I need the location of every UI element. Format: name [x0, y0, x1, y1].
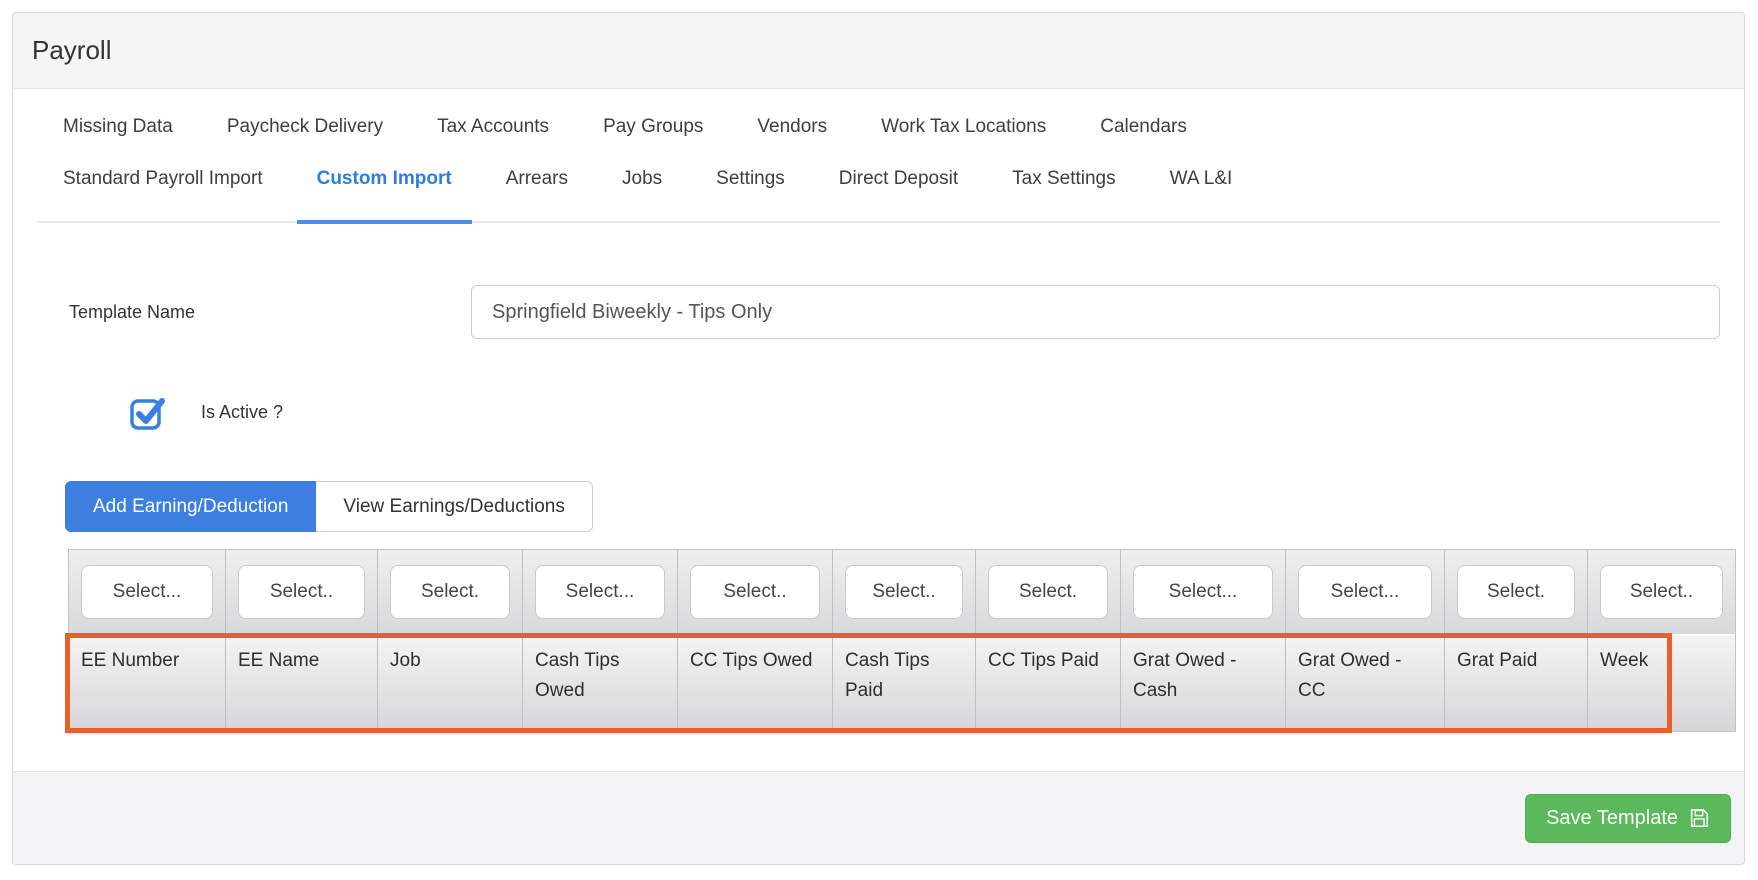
- primary-tab[interactable]: Pay Groups: [583, 116, 723, 138]
- primary-tab[interactable]: Missing Data: [43, 116, 193, 138]
- select-cell: Select..: [1588, 550, 1735, 634]
- is-active-label: Is Active ?: [201, 402, 283, 423]
- select-cell: Select..: [833, 550, 976, 634]
- column-header-cell: CC Tips Paid: [976, 636, 1121, 731]
- primary-tab[interactable]: Vendors: [737, 116, 847, 138]
- select-cell: Select.: [378, 550, 523, 634]
- column-header-cell: EE Number: [69, 636, 226, 731]
- column-header-cell: EE Name: [226, 636, 378, 731]
- column-header-cell: Cash Tips Paid: [833, 636, 976, 731]
- column-select-dropdown[interactable]: Select..: [690, 565, 820, 619]
- secondary-tab[interactable]: Jobs: [602, 168, 682, 224]
- payroll-panel: Payroll Missing Data Paycheck Delivery T…: [12, 12, 1745, 865]
- is-active-checkbox[interactable]: [129, 393, 167, 431]
- primary-tab[interactable]: Tax Accounts: [417, 116, 569, 138]
- column-select-dropdown[interactable]: Select..: [238, 565, 365, 619]
- secondary-tabs: Standard Payroll Import Custom Import Ar…: [37, 168, 1720, 223]
- column-header-cell: Grat Paid: [1445, 636, 1588, 731]
- column-header-cell: Cash Tips Owed: [523, 636, 678, 731]
- select-cell: Select...: [1121, 550, 1286, 634]
- secondary-tab[interactable]: Direct Deposit: [819, 168, 978, 224]
- column-mapping-table: Select... Select.. Select. Select...: [68, 549, 1736, 732]
- page-title: Payroll: [32, 35, 111, 66]
- column-select-dropdown[interactable]: Select..: [845, 565, 963, 619]
- column-select-dropdown[interactable]: Select..: [1600, 565, 1723, 619]
- primary-tab[interactable]: Calendars: [1080, 116, 1207, 138]
- secondary-tab[interactable]: Settings: [696, 168, 805, 224]
- select-cell: Select...: [69, 550, 226, 634]
- save-floppy-icon: [1688, 807, 1710, 829]
- secondary-tab[interactable]: Arrears: [486, 168, 588, 224]
- column-header-row: EE Number EE Name Job Cash Tips Owed CC …: [69, 636, 1735, 731]
- column-header-cell: Job: [378, 636, 523, 731]
- view-earnings-deductions-button[interactable]: View Earnings/Deductions: [316, 481, 592, 532]
- select-cell: Select..: [678, 550, 833, 634]
- template-name-label: Template Name: [69, 302, 471, 323]
- primary-tab[interactable]: Work Tax Locations: [861, 116, 1066, 138]
- mapping-table-grid: Select... Select.. Select. Select...: [68, 549, 1736, 732]
- select-cell: Select...: [1286, 550, 1445, 634]
- column-select-dropdown[interactable]: Select.: [988, 565, 1108, 619]
- select-row: Select... Select.. Select. Select...: [69, 550, 1735, 636]
- select-cell: Select..: [226, 550, 378, 634]
- panel-content: Missing Data Paycheck Delivery Tax Accou…: [13, 89, 1744, 771]
- column-select-dropdown[interactable]: Select...: [81, 565, 213, 619]
- column-select-dropdown[interactable]: Select...: [1133, 565, 1273, 619]
- secondary-tab[interactable]: Tax Settings: [992, 168, 1136, 224]
- column-select-dropdown[interactable]: Select...: [535, 565, 665, 619]
- secondary-tab[interactable]: Custom Import: [297, 168, 472, 224]
- primary-tab[interactable]: Paycheck Delivery: [207, 116, 403, 138]
- column-select-dropdown[interactable]: Select.: [390, 565, 510, 619]
- select-cell: Select...: [523, 550, 678, 634]
- secondary-tab[interactable]: Standard Payroll Import: [43, 168, 283, 224]
- column-select-dropdown[interactable]: Select.: [1457, 565, 1575, 619]
- panel-footer: Save Template: [13, 771, 1744, 864]
- panel-header: Payroll: [13, 13, 1744, 89]
- template-name-input[interactable]: [471, 285, 1720, 339]
- secondary-tab[interactable]: WA L&I: [1150, 168, 1253, 224]
- select-cell: Select.: [1445, 550, 1588, 634]
- save-template-label: Save Template: [1546, 807, 1678, 830]
- earnings-button-group: Add Earning/Deduction View Earnings/Dedu…: [65, 481, 1720, 532]
- select-cell: Select.: [976, 550, 1121, 634]
- column-header-cell: Grat Owed - CC: [1286, 636, 1445, 731]
- column-header-cell: CC Tips Owed: [678, 636, 833, 731]
- column-header-cell: Week: [1588, 636, 1735, 731]
- column-select-dropdown[interactable]: Select...: [1298, 565, 1432, 619]
- checked-checkbox-icon: [129, 393, 167, 431]
- template-name-row: Template Name: [37, 285, 1720, 339]
- primary-tabs: Missing Data Paycheck Delivery Tax Accou…: [37, 116, 1720, 138]
- add-earning-deduction-button[interactable]: Add Earning/Deduction: [65, 481, 316, 532]
- column-header-cell: Grat Owed - Cash: [1121, 636, 1286, 731]
- save-template-button[interactable]: Save Template: [1525, 794, 1731, 843]
- is-active-row: Is Active ?: [129, 393, 1720, 431]
